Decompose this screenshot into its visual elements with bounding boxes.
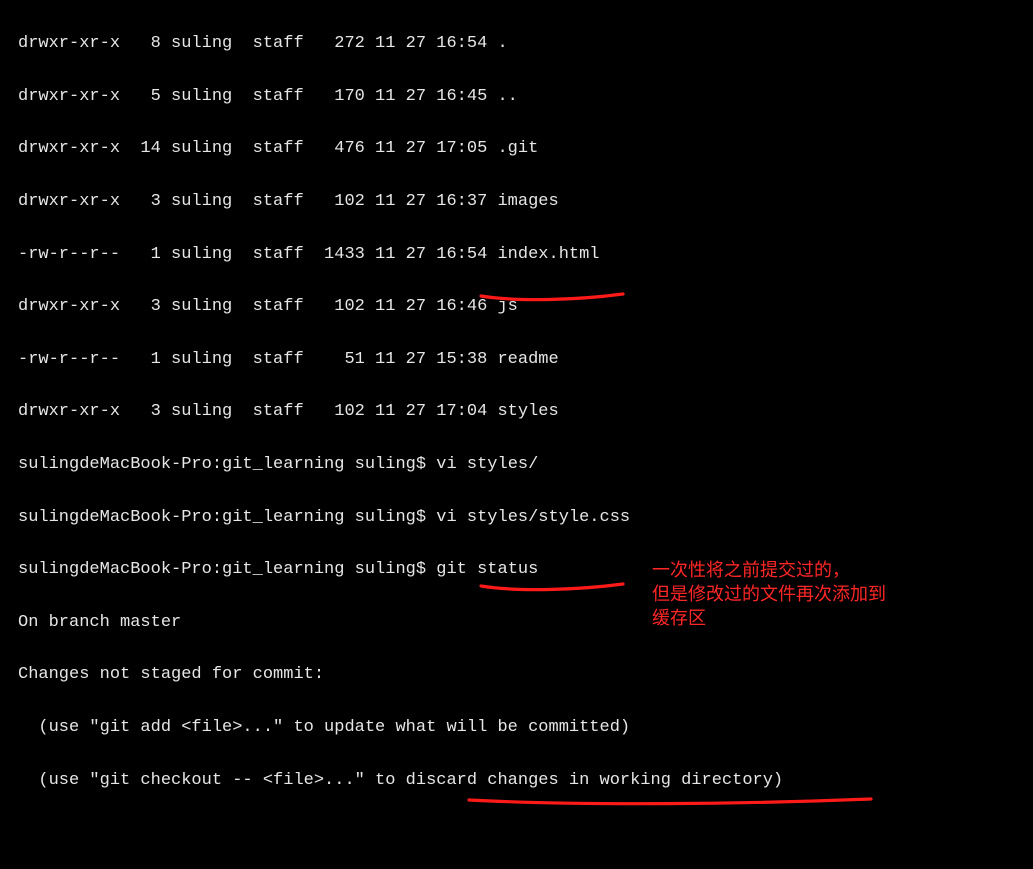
prompt: sulingdeMacBook-Pro:git_learning suling$ — [18, 455, 436, 474]
status-hint: (use "git add <file>..." to update what … — [18, 715, 1033, 741]
terminal-output: drwxr-xr-x 8 suling staff 272 11 27 16:5… — [0, 0, 1033, 869]
annotation-text: 一次性将之前提交过的， 但是修改过的文件再次添加到 缓存区 — [652, 558, 886, 630]
ls-row: drwxr-xr-x 14 suling staff 476 11 27 17:… — [18, 136, 1033, 162]
ls-row: drwxr-xr-x 3 suling staff 102 11 27 16:4… — [18, 294, 1033, 320]
ls-row: drwxr-xr-x 5 suling staff 170 11 27 16:4… — [18, 84, 1033, 110]
underline-icon — [466, 794, 876, 810]
blank-line — [18, 820, 1033, 846]
status-hint: (use "git checkout -- <file>..." to disc… — [18, 768, 1033, 794]
prompt-line: sulingdeMacBook-Pro:git_learning suling$… — [18, 505, 1033, 531]
command: git status — [436, 560, 538, 579]
ls-row: drwxr-xr-x 3 suling staff 102 11 27 16:3… — [18, 189, 1033, 215]
ls-row: -rw-r--r-- 1 suling staff 1433 11 27 16:… — [18, 242, 1033, 268]
command: vi styles/ — [436, 455, 538, 474]
annotation-line: 但是修改过的文件再次添加到 — [652, 582, 886, 606]
prompt-line: sulingdeMacBook-Pro:git_learning suling$… — [18, 452, 1033, 478]
ls-row: -rw-r--r-- 1 suling staff 51 11 27 15:38… — [18, 347, 1033, 373]
prompt: sulingdeMacBook-Pro:git_learning suling$ — [18, 508, 436, 527]
status-heading: Changes not staged for commit: — [18, 662, 1033, 688]
ls-row: drwxr-xr-x 3 suling staff 102 11 27 17:0… — [18, 399, 1033, 425]
ls-row: drwxr-xr-x 8 suling staff 272 11 27 16:5… — [18, 31, 1033, 57]
annotation-line: 缓存区 — [652, 606, 886, 630]
annotation-line: 一次性将之前提交过的， — [652, 558, 886, 582]
command: vi styles/style.css — [436, 508, 630, 527]
prompt: sulingdeMacBook-Pro:git_learning suling$ — [18, 560, 436, 579]
